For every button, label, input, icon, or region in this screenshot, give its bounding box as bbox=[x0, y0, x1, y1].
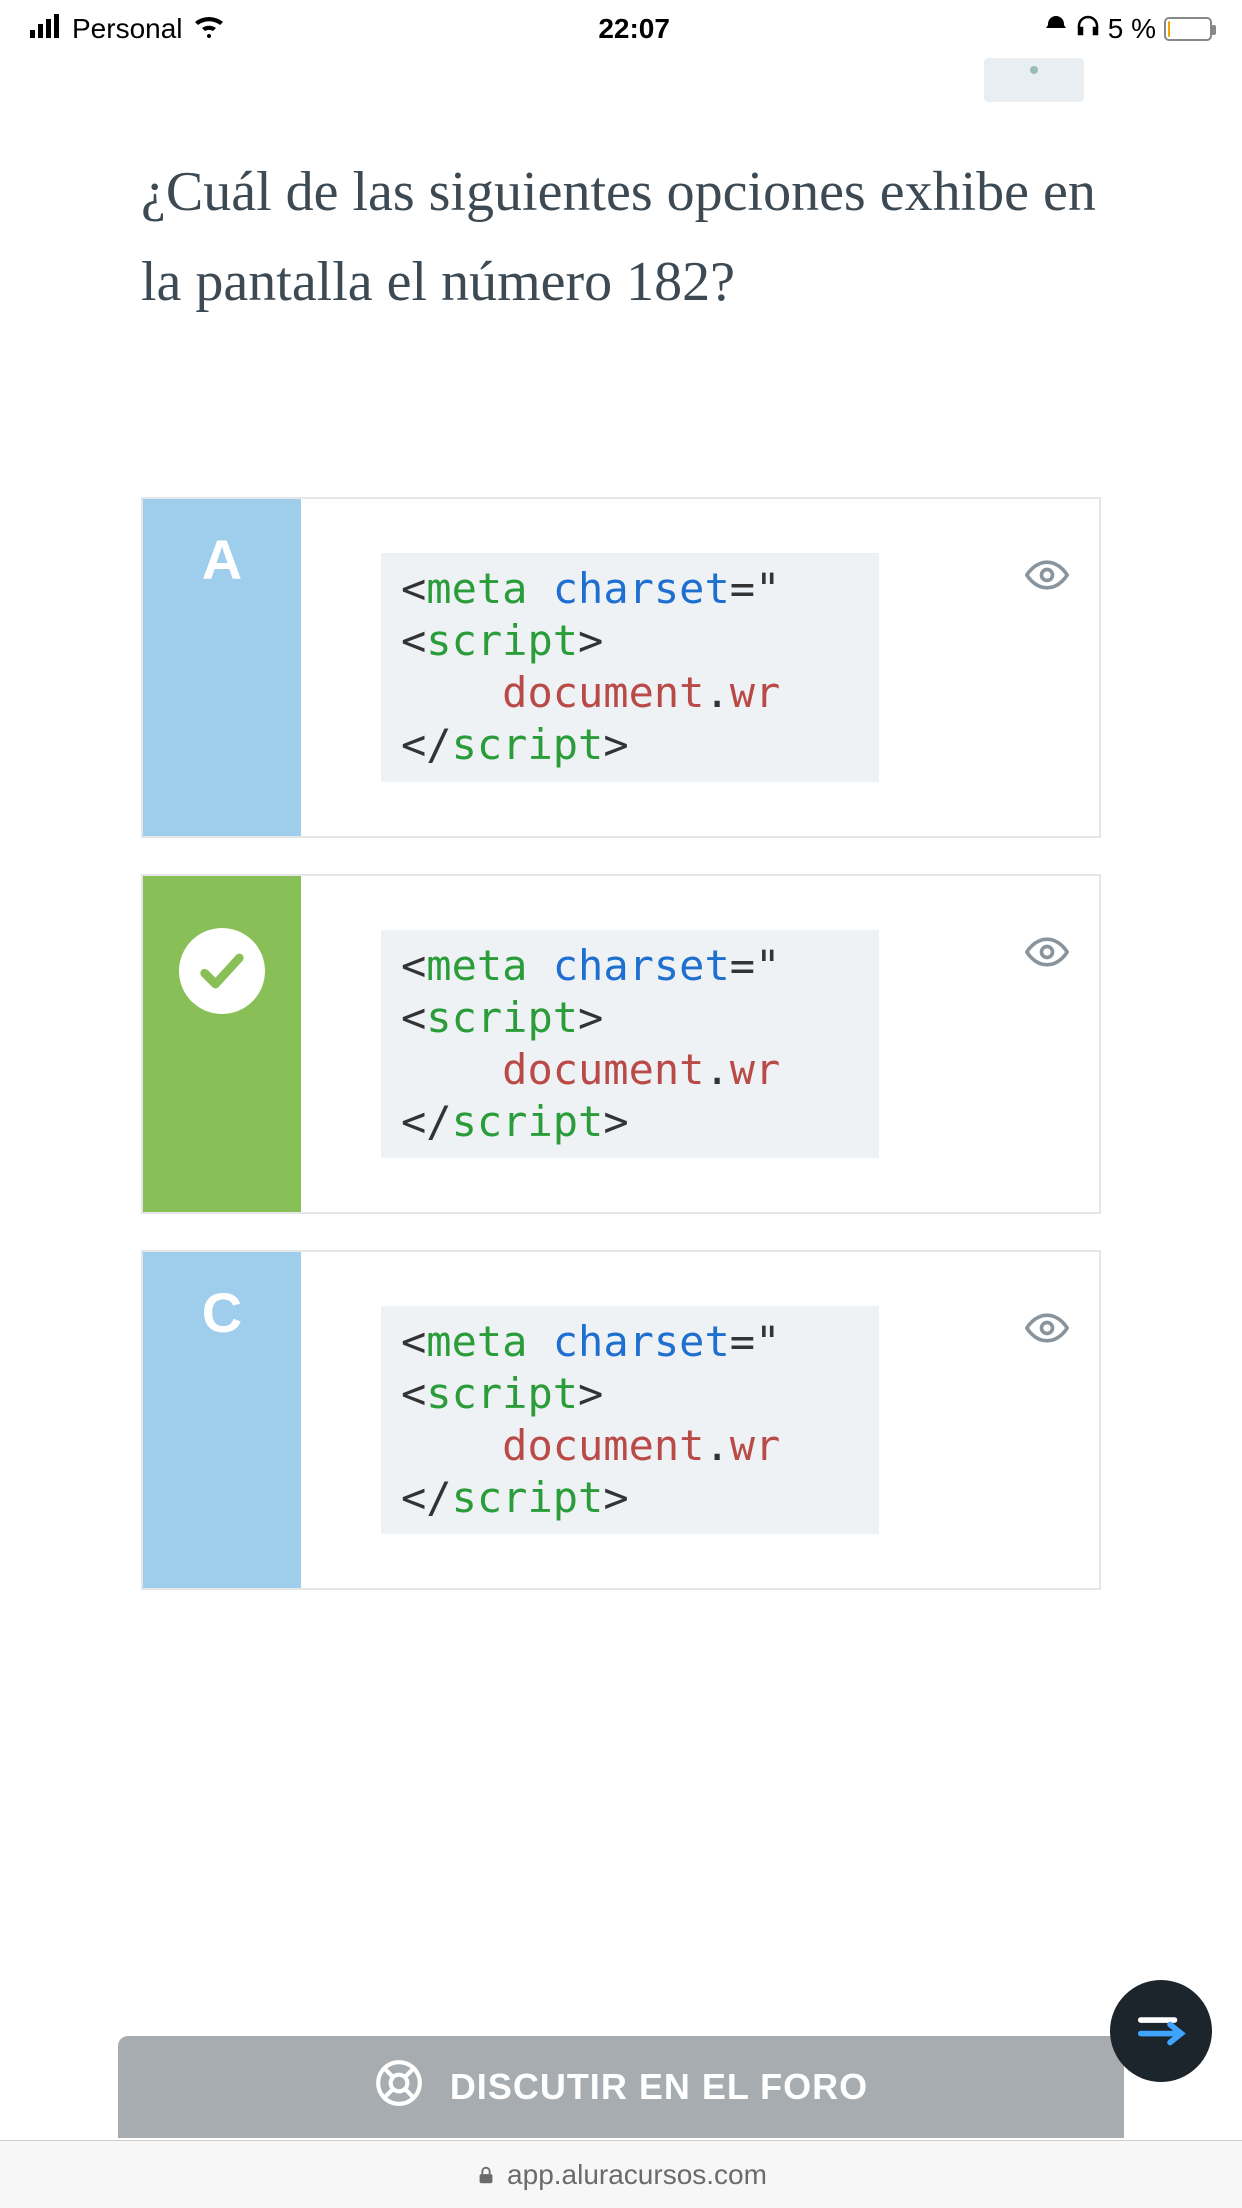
answer-option-A[interactable]: A <meta charset=" <script> document.wr <… bbox=[141, 497, 1101, 837]
alarm-icon bbox=[1044, 13, 1068, 45]
option-correct-indicator bbox=[143, 876, 301, 1212]
progress-chip bbox=[984, 58, 1084, 102]
answer-option-B[interactable]: <meta charset=" <script> document.wr </s… bbox=[141, 874, 1101, 1214]
question-text: ¿Cuál de las siguientes opciones exhibe … bbox=[141, 148, 1101, 327]
lock-icon bbox=[475, 2164, 497, 2186]
status-bar: Personal 22:07 5 % bbox=[0, 0, 1242, 58]
eye-icon[interactable] bbox=[1025, 930, 1069, 974]
eye-icon[interactable] bbox=[1025, 1306, 1069, 1350]
battery-icon bbox=[1164, 17, 1212, 41]
code-snippet: <meta charset=" <script> document.wr </s… bbox=[381, 1306, 879, 1534]
status-left: Personal bbox=[30, 13, 225, 45]
discuss-forum-button[interactable]: DISCUTIR EN EL FORO bbox=[118, 2036, 1124, 2138]
check-icon bbox=[179, 928, 265, 1014]
forum-label: DISCUTIR EN EL FORO bbox=[450, 2066, 868, 2108]
status-right: 5 % bbox=[1044, 13, 1212, 45]
option-letter: C bbox=[143, 1252, 301, 1588]
lifebuoy-icon bbox=[374, 2058, 424, 2117]
browser-address-bar[interactable]: app.aluracursos.com bbox=[0, 2140, 1242, 2208]
answer-option-C[interactable]: C <meta charset=" <script> document.wr <… bbox=[141, 1250, 1101, 1590]
options-list: A <meta charset=" <script> document.wr <… bbox=[141, 497, 1101, 1590]
clock: 22:07 bbox=[598, 13, 670, 45]
browser-domain: app.aluracursos.com bbox=[507, 2159, 767, 2191]
code-snippet: <meta charset=" <script> document.wr </s… bbox=[381, 930, 879, 1158]
arrow-right-icon bbox=[1134, 2002, 1188, 2061]
eye-icon[interactable] bbox=[1025, 553, 1069, 597]
code-snippet: <meta charset=" <script> document.wr </s… bbox=[381, 553, 879, 781]
carrier-label: Personal bbox=[72, 13, 183, 45]
headphones-icon bbox=[1076, 13, 1100, 45]
option-letter: A bbox=[143, 499, 301, 835]
next-fab-button[interactable] bbox=[1110, 1980, 1212, 2082]
signal-icon bbox=[30, 13, 62, 45]
battery-percent: 5 % bbox=[1108, 13, 1156, 45]
wifi-icon bbox=[193, 13, 225, 45]
